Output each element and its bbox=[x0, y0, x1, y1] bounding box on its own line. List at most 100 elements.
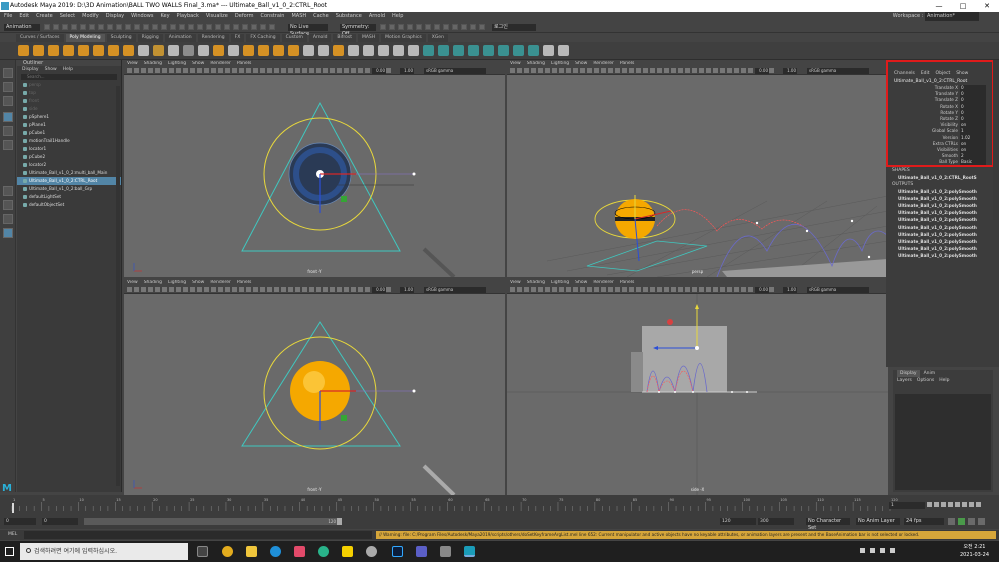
menu-select[interactable]: Select bbox=[60, 12, 75, 21]
shelf-tool-icon[interactable] bbox=[63, 45, 74, 56]
shelf-tab-mash[interactable]: MASH bbox=[357, 34, 380, 42]
workspace-selector[interactable]: Workspace : Animation* bbox=[893, 12, 979, 21]
viewport-tool-icon[interactable] bbox=[225, 287, 230, 292]
shelf-tab-poly-modeling[interactable]: Poly Modeling bbox=[65, 34, 105, 42]
menu-edit[interactable]: Edit bbox=[19, 12, 29, 21]
shelf-tab-rigging[interactable]: Rigging bbox=[137, 34, 163, 42]
viewport-tool-icon[interactable] bbox=[386, 287, 391, 292]
shelf-tab-fx[interactable]: FX bbox=[230, 34, 245, 42]
viewport-tool-icon[interactable] bbox=[274, 68, 279, 73]
workspace-dropdown[interactable]: Animation* bbox=[925, 12, 979, 21]
viewport-tool-icon[interactable] bbox=[309, 68, 314, 73]
shelf-tool-icon[interactable] bbox=[288, 45, 299, 56]
viewport-tool-icon[interactable] bbox=[267, 287, 272, 292]
layer-menu-layers[interactable]: Layers bbox=[897, 377, 912, 384]
viewport-tool-icon[interactable] bbox=[358, 287, 363, 292]
output-node[interactable]: Ultimate_Ball_v1_0_2:polySmooth bbox=[886, 252, 999, 259]
outliner-item[interactable]: top bbox=[17, 89, 121, 97]
taskbar-search-input[interactable]: 검색하려면 여기에 입력하십시오. bbox=[20, 543, 188, 560]
viewport-tool-icon[interactable] bbox=[323, 68, 328, 73]
viewport-gamma-field[interactable]: 1.00 bbox=[400, 287, 414, 293]
viewport-gamma-field[interactable]: 1.00 bbox=[783, 287, 797, 293]
shelf-tool-icon[interactable] bbox=[483, 45, 494, 56]
end-time-field[interactable]: 300 bbox=[758, 518, 794, 525]
viewport-tool-icon[interactable] bbox=[580, 287, 585, 292]
menu-constrain[interactable]: Constrain bbox=[260, 12, 284, 21]
viewport-tool-icon[interactable] bbox=[685, 287, 690, 292]
viewport-tool-icon[interactable] bbox=[538, 287, 543, 292]
shelf-tool-icon[interactable] bbox=[363, 45, 374, 56]
viewport-menu-renderer[interactable]: Renderer bbox=[593, 280, 614, 286]
viewport-colorspace-dropdown[interactable]: sRGB gamma bbox=[807, 287, 869, 293]
viewport-front-bottom[interactable]: View Shading Lighting Show Renderer Panels 0.0… bbox=[124, 280, 505, 495]
viewport-tool-icon[interactable] bbox=[573, 287, 578, 292]
viewport-tool-icon[interactable] bbox=[769, 287, 774, 292]
viewport-tool-icon[interactable] bbox=[134, 68, 139, 73]
app-misc-icon[interactable] bbox=[440, 546, 451, 557]
viewport-tool-icon[interactable] bbox=[281, 287, 286, 292]
viewport-tool-icon[interactable] bbox=[559, 68, 564, 73]
shelf-tool-icon[interactable] bbox=[303, 45, 314, 56]
viewport-tool-icon[interactable] bbox=[351, 287, 356, 292]
teams-icon[interactable] bbox=[416, 546, 427, 557]
status-tool-icon[interactable] bbox=[389, 24, 395, 30]
status-tool-icon[interactable] bbox=[233, 24, 239, 30]
viewport-tool-icon[interactable] bbox=[288, 287, 293, 292]
shelf-tool-icon[interactable] bbox=[243, 45, 254, 56]
step-forward-icon[interactable] bbox=[962, 502, 967, 507]
viewport-tool-icon[interactable] bbox=[190, 287, 195, 292]
viewport-exposure-field[interactable]: 0.00 bbox=[755, 68, 769, 74]
viewport-tool-icon[interactable] bbox=[274, 287, 279, 292]
status-tool-icon[interactable] bbox=[62, 24, 68, 30]
shelf-tool-icon[interactable] bbox=[258, 45, 269, 56]
shelf-tool-icon[interactable] bbox=[438, 45, 449, 56]
viewport-tool-icon[interactable] bbox=[309, 287, 314, 292]
viewport-tool-icon[interactable] bbox=[517, 68, 522, 73]
outliner-menu-help[interactable]: Help bbox=[63, 66, 73, 73]
status-tool-icon[interactable] bbox=[416, 24, 422, 30]
status-tool-icon[interactable] bbox=[188, 24, 194, 30]
outliner-item[interactable]: motionTrail1Handle bbox=[17, 137, 121, 145]
viewport-tool-icon[interactable] bbox=[622, 68, 627, 73]
status-tool-icon[interactable] bbox=[98, 24, 104, 30]
viewport-tool-icon[interactable] bbox=[330, 287, 335, 292]
windows-start-icon[interactable] bbox=[5, 547, 14, 556]
viewport-menu-panels[interactable]: Panels bbox=[237, 61, 251, 67]
viewport-tool-icon[interactable] bbox=[692, 68, 697, 73]
viewport-side[interactable]: View Shading Lighting Show Renderer Panels 0.0… bbox=[507, 280, 888, 495]
paint-select-icon[interactable] bbox=[3, 96, 13, 106]
viewport-tool-icon[interactable] bbox=[295, 287, 300, 292]
viewport-tool-icon[interactable] bbox=[365, 68, 370, 73]
settings-icon[interactable] bbox=[978, 518, 985, 525]
viewport-tool-icon[interactable] bbox=[134, 287, 139, 292]
viewport-gamma-field[interactable]: 1.00 bbox=[400, 68, 414, 74]
outliner-item[interactable]: persp bbox=[17, 81, 121, 89]
status-tool-icon[interactable] bbox=[107, 24, 113, 30]
anim-layer-dropdown[interactable]: No Anim Layer bbox=[856, 518, 900, 525]
shelf-tab-motion-graphics[interactable]: Motion Graphics bbox=[381, 34, 426, 42]
viewport-tool-icon[interactable] bbox=[671, 68, 676, 73]
lasso-tool-icon[interactable] bbox=[3, 82, 13, 92]
viewport-tool-icon[interactable] bbox=[699, 287, 704, 292]
status-tool-icon[interactable] bbox=[407, 24, 413, 30]
shelf-tool-icon[interactable] bbox=[48, 45, 59, 56]
status-tool-icon[interactable] bbox=[443, 24, 449, 30]
viewport-tool-icon[interactable] bbox=[155, 68, 160, 73]
mel-label[interactable]: MEL bbox=[8, 531, 17, 539]
shelf-tool-icon[interactable] bbox=[513, 45, 524, 56]
viewport-tool-icon[interactable] bbox=[545, 68, 550, 73]
viewport-tool-icon[interactable] bbox=[650, 68, 655, 73]
viewport-tool-icon[interactable] bbox=[239, 287, 244, 292]
viewport-menu-lighting[interactable]: Lighting bbox=[551, 61, 569, 67]
status-tool-icon[interactable] bbox=[125, 24, 131, 30]
viewport-tool-icon[interactable] bbox=[727, 287, 732, 292]
symmetry-dropdown[interactable]: Symmetry: Off bbox=[340, 24, 376, 37]
viewport-tool-icon[interactable] bbox=[183, 287, 188, 292]
viewport-tool-icon[interactable] bbox=[316, 287, 321, 292]
viewport-tool-icon[interactable] bbox=[671, 287, 676, 292]
menu-set-dropdown[interactable]: Animation bbox=[4, 24, 40, 31]
output-node[interactable]: Ultimate_Ball_v1_0_2:polySmooth bbox=[886, 209, 999, 216]
status-tool-icon[interactable] bbox=[380, 24, 386, 30]
viewport-tool-icon[interactable] bbox=[204, 68, 209, 73]
viewport-tool-icon[interactable] bbox=[281, 68, 286, 73]
